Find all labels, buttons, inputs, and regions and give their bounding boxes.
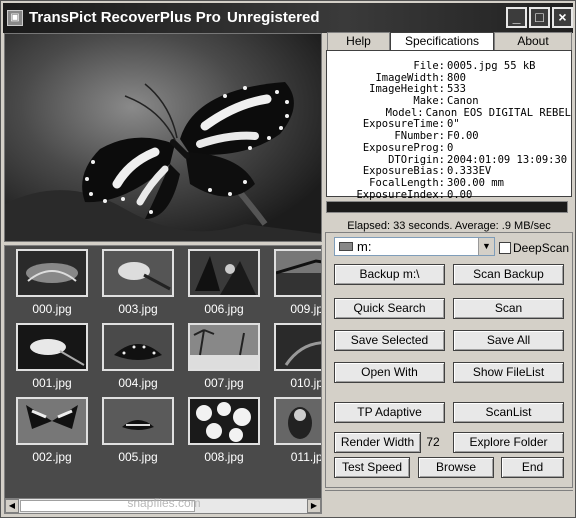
spec-label: ExposureIndex: [356, 188, 445, 201]
thumbnail-image[interactable] [188, 249, 260, 297]
thumbnail-image[interactable] [188, 397, 260, 445]
thumbnail[interactable]: 003.jpg [102, 249, 174, 317]
scan-button[interactable]: Scan [453, 298, 564, 319]
checkbox-box[interactable] [499, 242, 511, 254]
thumbnail[interactable]: 000.jpg [16, 249, 88, 317]
thumbnail-image[interactable] [16, 323, 88, 371]
spec-label: FocalLength: [369, 176, 445, 189]
thumbnail-label: 005.jpg [118, 450, 158, 464]
watermark: snapfiles.com [127, 496, 201, 510]
drive-select[interactable]: m: ▼ [334, 237, 495, 256]
spec-value: 0005.jpg 55 kB [447, 60, 536, 72]
spec-label: File: [413, 60, 445, 72]
thumbnail-label: 002.jpg [32, 450, 72, 464]
specifications-panel: File: 0005.jpg 55 kB ImageWidth: 800 Image… [326, 50, 572, 200]
thumbnail-label: 001.jpg [32, 376, 72, 390]
save-all-button[interactable]: Save All [453, 330, 564, 351]
tp-adaptive-button[interactable]: TP Adaptive [334, 402, 445, 423]
info-tabs: Help Specifications About [325, 32, 573, 51]
test-speed-button[interactable]: Test Speed [334, 457, 410, 478]
thumbnail-label: 010.jpg [290, 376, 321, 390]
thumbnail-image[interactable] [188, 323, 260, 371]
spec-row: File: 0005.jpg 55 kB [327, 60, 571, 73]
thumbnail[interactable]: 001.jpg [16, 323, 88, 391]
open-with-button[interactable]: Open With [334, 362, 445, 383]
thumbnail[interactable]: 007.jpg [188, 323, 260, 391]
registration-status: Unregistered [227, 9, 320, 26]
window-title: TransPict RecoverPlus Pro [29, 9, 221, 26]
spec-row: Make: Canon [327, 95, 571, 108]
thumbnail-scrollbar[interactable]: ◀ snapfiles.com ▶ [4, 496, 322, 514]
scan-backup-button[interactable]: Scan Backup [453, 264, 564, 285]
thumbnail-label: 003.jpg [118, 302, 158, 316]
chevron-down-icon[interactable]: ▼ [478, 238, 494, 255]
thumbnail-image[interactable] [102, 397, 174, 445]
thumbnail-label: 006.jpg [204, 302, 244, 316]
explore-folder-button[interactable]: Explore Folder [453, 432, 564, 453]
thumbnail-label: 004.jpg [118, 376, 158, 390]
thumbnail-label: 007.jpg [204, 376, 244, 390]
title-bar[interactable]: ▣ TransPict RecoverPlus Pro Unregistered… [3, 3, 573, 33]
drive-icon [339, 242, 353, 251]
end-button[interactable]: End [501, 457, 564, 478]
thumbnail-image[interactable] [16, 249, 88, 297]
app-window: ▣ TransPict RecoverPlus Pro Unregistered… [0, 0, 576, 518]
progress-bar [326, 201, 568, 213]
thumbnail-label: 009.jpg [290, 302, 321, 316]
close-icon[interactable]: × [552, 7, 573, 28]
drive-value: m: [357, 239, 372, 254]
image-preview [4, 33, 322, 242]
show-filelist-button[interactable]: Show FileList [453, 362, 564, 383]
deepscan-label: DeepScan [513, 241, 570, 255]
spec-value: Canon EOS DIGITAL REBEL [425, 106, 571, 119]
app-icon[interactable]: ▣ [7, 10, 23, 26]
thumbnail-image[interactable] [102, 323, 174, 371]
spec-value: 0.00 [447, 188, 473, 201]
thumbnail-image[interactable] [274, 323, 321, 371]
spec-value: Canon [447, 95, 479, 108]
thumbnail-image[interactable] [274, 249, 321, 297]
thumbnail-grid: 000.jpg 003.jpg 006.jpg 009.jpg 001.jpg … [4, 245, 322, 499]
thumbnail[interactable]: 004.jpg [102, 323, 174, 391]
scanlist-button[interactable]: ScanList [453, 402, 564, 423]
elapsed-status: Elapsed: 33 seconds. Average: .9 MB/sec [347, 220, 551, 232]
thumbnail[interactable]: 005.jpg [102, 397, 174, 465]
spec-label: ExposureProg: [362, 141, 445, 154]
spec-row: FocalLength: 300.00 mm [327, 176, 571, 190]
backup-button[interactable]: Backup m:\ [334, 264, 445, 285]
thumbnail-label: 000.jpg [32, 302, 72, 316]
render-width-button[interactable]: Render Width [334, 432, 421, 453]
thumbnail[interactable]: 010.jpg [274, 323, 321, 391]
spec-row: ExposureProg: 0 [327, 141, 571, 155]
quick-search-button[interactable]: Quick Search [334, 298, 445, 319]
status-bar [325, 490, 573, 515]
thumbnail-image[interactable] [102, 249, 174, 297]
spec-row: ExposureIndex: 0.00 [327, 188, 571, 202]
minimize-icon[interactable]: _ [506, 7, 527, 28]
thumbnail[interactable]: 009.jpg [274, 249, 321, 317]
save-selected-button[interactable]: Save Selected [334, 330, 445, 351]
butterfly-photo [5, 34, 321, 241]
tab-help[interactable]: Help [327, 32, 390, 50]
thumbnail[interactable]: 006.jpg [188, 249, 260, 317]
thumbnail[interactable]: 008.jpg [188, 397, 260, 465]
spec-value: 0 [447, 141, 454, 154]
render-width-value: 72 [426, 435, 440, 449]
thumbnail[interactable]: 002.jpg [16, 397, 88, 465]
maximize-icon[interactable]: □ [529, 7, 550, 28]
thumbnail-label: 008.jpg [204, 450, 244, 464]
deepscan-checkbox[interactable]: DeepScan [499, 241, 569, 255]
tab-specifications[interactable]: Specifications [390, 32, 494, 51]
tab-about[interactable]: About [494, 32, 572, 50]
thumbnail-label: 011.jpg [290, 450, 322, 464]
thumbnail-image[interactable] [274, 397, 321, 445]
thumbnail[interactable]: 011.jpg [274, 397, 322, 465]
browse-button[interactable]: Browse [418, 457, 494, 478]
scroll-right-icon[interactable]: ▶ [307, 499, 321, 513]
spec-label: Make: [413, 95, 445, 108]
thumbnail-image[interactable] [16, 397, 88, 445]
spec-value: 300.00 mm [447, 176, 504, 189]
